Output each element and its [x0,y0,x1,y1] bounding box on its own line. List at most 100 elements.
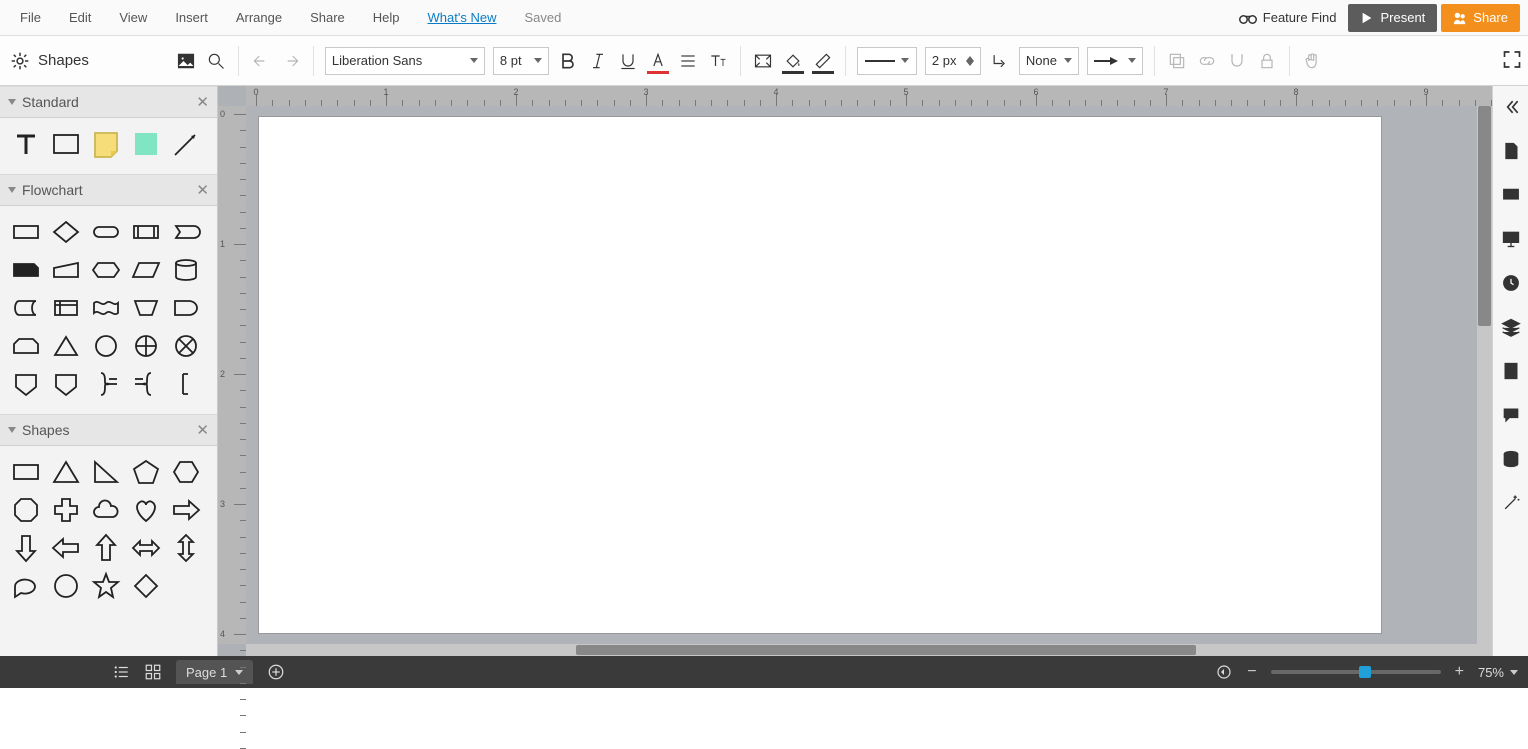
menu-whats-new[interactable]: What's New [416,6,509,29]
insert-image-button[interactable] [175,50,197,72]
page-tab[interactable]: Page 1 [176,660,253,684]
send-back-button[interactable] [1166,50,1188,72]
fc-decision[interactable] [50,216,82,248]
zoom-in-button[interactable]: + [1455,663,1464,681]
fc-connector[interactable] [90,330,122,362]
dock-themes-button[interactable] [1500,360,1522,382]
outline-view-button[interactable] [112,663,130,681]
undo-button[interactable] [250,50,272,72]
link-button[interactable] [1196,50,1218,72]
shape-star[interactable] [90,570,122,602]
dock-present-button[interactable] [1500,228,1522,250]
text-format-button[interactable] [707,50,729,72]
shape-rect[interactable] [10,456,42,488]
underline-button[interactable] [617,50,639,72]
menu-view[interactable]: View [107,6,159,29]
menu-help[interactable]: Help [361,6,412,29]
line-style-select[interactable] [857,47,917,75]
fit-zoom-button[interactable] [1215,663,1233,681]
line-start-select[interactable]: None [1019,47,1079,75]
category-header-shapes[interactable]: Shapes ✕ [0,414,217,446]
redo-button[interactable] [280,50,302,72]
shape-pentagon[interactable] [130,456,162,488]
zoom-thumb[interactable] [1359,666,1371,678]
fc-data[interactable] [130,254,162,286]
share-button[interactable]: Share [1441,4,1520,32]
fc-tape[interactable] [90,292,122,324]
grid-view-button[interactable] [144,663,162,681]
shape-arrow-right[interactable] [170,494,202,526]
present-button[interactable]: Present [1348,4,1437,32]
bold-button[interactable] [557,50,579,72]
search-button[interactable] [205,50,227,72]
shape-cross[interactable] [50,494,82,526]
dock-data-button[interactable] [1500,448,1522,470]
zoom-out-button[interactable]: − [1247,663,1256,681]
fullscreen-button[interactable] [1502,49,1522,72]
shape-cloud[interactable] [90,494,122,526]
text-align-button[interactable] [677,50,699,72]
fc-preparation[interactable] [90,254,122,286]
fc-extract[interactable] [50,330,82,362]
menu-edit[interactable]: Edit [57,6,103,29]
menu-arrange[interactable]: Arrange [224,6,294,29]
shape-callout[interactable] [10,570,42,602]
dock-wand-button[interactable] [1500,492,1522,514]
dock-page-button[interactable] [1500,140,1522,162]
fc-brace-right[interactable] [90,368,122,400]
shape-octagon[interactable] [10,494,42,526]
font-size-select[interactable]: 8 pt [493,47,549,75]
fc-delay[interactable] [170,292,202,324]
fc-manual-op[interactable] [130,292,162,324]
fc-offpage[interactable] [10,368,42,400]
zoom-percent-select[interactable]: 75% [1478,665,1518,680]
add-page-button[interactable] [267,663,285,681]
fc-database[interactable] [170,254,202,286]
feature-find-button[interactable]: Feature Find [1231,6,1345,29]
fc-terminator[interactable] [90,216,122,248]
hscroll-thumb[interactable] [576,645,1196,655]
close-category-button[interactable]: ✕ [196,93,209,111]
fc-or[interactable] [130,330,162,362]
shape-arrow-down[interactable] [10,532,42,564]
fc-card[interactable] [10,254,42,286]
line-routing-button[interactable] [989,50,1011,72]
canvas-viewport[interactable] [246,106,1492,644]
vscrollbar[interactable] [1477,106,1492,656]
fc-sum[interactable] [170,330,202,362]
lock-button[interactable] [1256,50,1278,72]
zoom-slider[interactable] [1271,670,1441,674]
fc-loop-limit[interactable] [10,330,42,362]
fc-predefined[interactable] [130,216,162,248]
font-color-button[interactable] [647,50,669,72]
fc-stored-data[interactable] [10,292,42,324]
italic-button[interactable] [587,50,609,72]
fc-internal-storage[interactable] [50,292,82,324]
dock-history-button[interactable] [1500,272,1522,294]
fc-process[interactable] [10,216,42,248]
shape-arrow-ud[interactable] [170,532,202,564]
block-shape[interactable] [130,128,162,160]
line-end-select[interactable] [1087,47,1143,75]
text-shape[interactable] [10,128,42,160]
shape-arrow-up[interactable] [90,532,122,564]
magnet-button[interactable] [1226,50,1248,72]
fc-merge-down[interactable] [50,368,82,400]
dock-chat-button[interactable] [1500,404,1522,426]
fc-bracket[interactable] [170,368,202,400]
dock-layers-button[interactable] [1500,316,1522,338]
close-category-button[interactable]: ✕ [196,181,209,199]
collapse-dock-button[interactable] [1500,96,1522,118]
canvas-page[interactable] [258,116,1382,634]
fill-color-button[interactable] [782,50,804,72]
shape-arrow-left[interactable] [50,532,82,564]
menu-insert[interactable]: Insert [163,6,220,29]
fc-display[interactable] [170,216,202,248]
category-header-flowchart[interactable]: Flowchart ✕ [0,174,217,206]
shape-hexagon[interactable] [170,456,202,488]
font-family-select[interactable]: Liberation Sans [325,47,485,75]
shape-heart[interactable] [130,494,162,526]
shape-arrow-lr[interactable] [130,532,162,564]
shapes-panel-toggle[interactable]: Shapes [10,51,89,71]
fc-manual-input[interactable] [50,254,82,286]
